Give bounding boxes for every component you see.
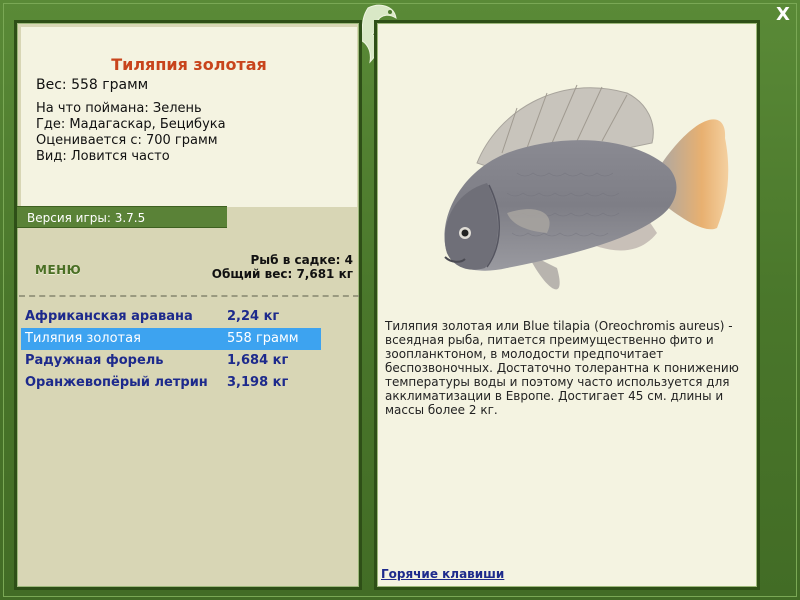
left-panel: Тиляпия золотая Вес: 558 грамм На что по… [14,20,362,590]
fish-title: Тиляпия золотая [111,55,267,74]
fish-list-name: Оранжевопёрый летрин [25,375,208,390]
right-panel: Тиляпия золотая или Blue tilapia (Oreoch… [374,20,760,590]
total-weight: Общий вес: 7,681 кг [211,267,353,281]
fish-description: Тиляпия золотая или Blue tilapia (Oreoch… [385,319,739,417]
fish-list-row[interactable]: Оранжевопёрый летрин 3,198 кг [21,372,321,394]
fish-image [444,84,729,290]
fish-list-weight: 3,198 кг [227,375,289,390]
divider [19,295,359,297]
fish-info-box: Тиляпия золотая Вес: 558 грамм На что по… [21,27,357,207]
game-version: Версия игры: 3.7.5 [17,206,227,228]
fish-details: На что поймана: Зелень Где: Мадагаскар, … [36,101,226,165]
fish-list-name: Тиляпия золотая [25,331,141,346]
fish-list-name: Радужная форель [25,353,164,368]
location-text: Где: Мадагаскар, Бецибука [36,117,226,132]
fish-list-weight: 558 грамм [227,331,299,346]
fish-list: Африканская аравана 2,24 кг Тиляпия золота… [21,306,357,394]
kind-text: Вид: Ловится часто [36,149,170,164]
close-button[interactable]: X [772,4,794,26]
menu-button[interactable]: МЕНЮ [35,263,81,277]
fish-weight: Вес: 558 грамм [36,77,149,93]
fish-list-name: Африканская аравана [25,309,193,324]
close-icon: X [776,4,790,25]
fish-list-weight: 2,24 кг [227,309,280,324]
fish-list-row[interactable]: Африканская аравана 2,24 кг [21,306,321,328]
fish-list-row[interactable]: Радужная форель 1,684 кг [21,350,321,372]
caught-on-text: На что поймана: Зелень [36,101,202,116]
hotkeys-link[interactable]: Горячие клавиши [381,567,504,581]
valued-at-text: Оценивается с: 700 грамм [36,133,218,148]
keepnet-stats: Рыб в садке: 4 Общий вес: 7,681 кг [212,253,353,281]
fish-list-weight: 1,684 кг [227,353,289,368]
fish-count: Рыб в садке: 4 [250,253,354,267]
fish-list-row[interactable]: Тиляпия золотая 558 грамм [21,328,321,350]
